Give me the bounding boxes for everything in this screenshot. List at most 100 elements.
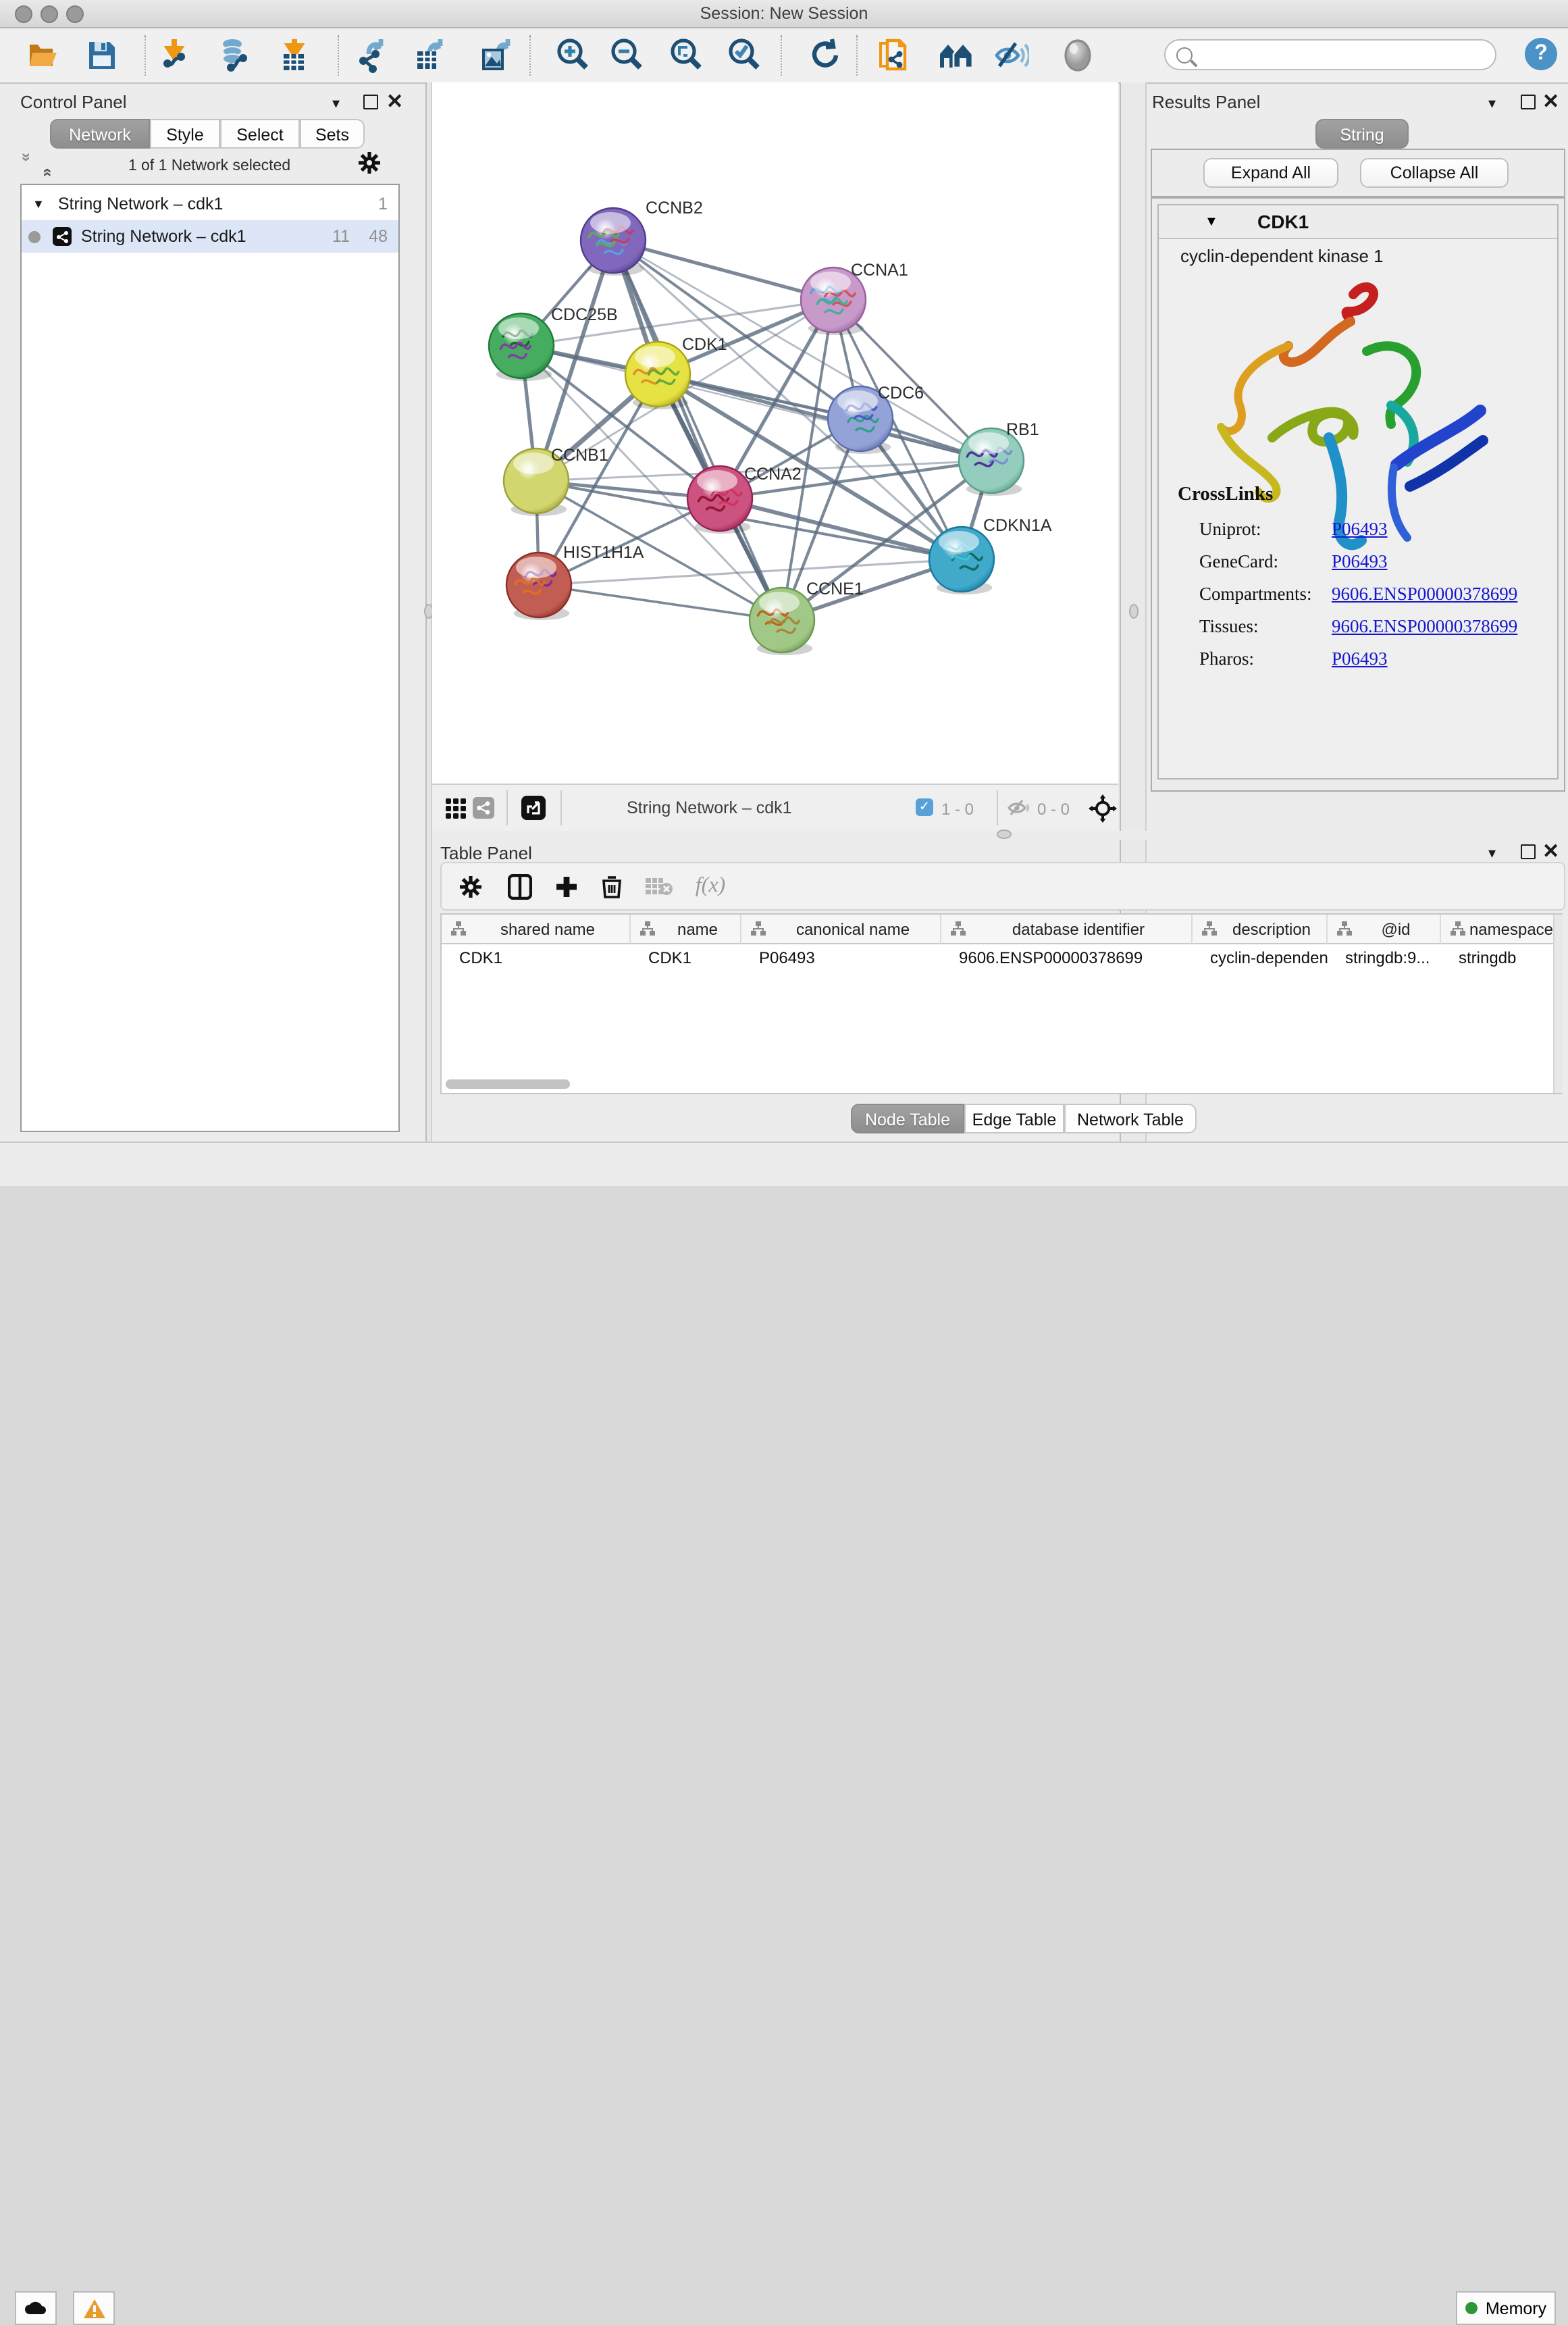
right-splitter-handle[interactable] <box>1129 604 1139 619</box>
table-cell[interactable]: CDK1 <box>442 944 631 971</box>
export-table-icon[interactable] <box>413 38 448 73</box>
show-columns-icon[interactable] <box>502 869 538 904</box>
cloud-status-button[interactable] <box>15 2291 57 2325</box>
grid-view-icon[interactable] <box>446 798 466 825</box>
horizontal-splitter[interactable] <box>432 831 1568 840</box>
table-panel-menu-icon[interactable]: ▾ <box>1488 844 1496 862</box>
network-node-ccna1[interactable]: CCNA1 <box>801 261 908 335</box>
network-node-hist1h1a[interactable]: HIST1H1A <box>506 543 644 620</box>
zoom-selected-icon[interactable] <box>727 38 762 73</box>
table-cell[interactable]: 9606.ENSP00000378699 <box>941 944 1193 971</box>
zoom-fit-icon[interactable] <box>669 38 704 73</box>
hide-unhide-icon[interactable] <box>994 38 1029 73</box>
zoom-in-icon[interactable] <box>555 38 590 73</box>
network-row-selected[interactable]: String Network – cdk1 11 48 <box>22 220 398 253</box>
network-edge[interactable] <box>613 240 782 620</box>
column-header-namespace[interactable]: namespace <box>1441 915 1559 944</box>
network-node-rb1[interactable]: RB1 <box>959 420 1039 496</box>
birds-eye-crosshair-icon[interactable] <box>1089 794 1117 829</box>
crosslink-value-link[interactable]: P06493 <box>1332 648 1388 669</box>
control-panel-menu-icon[interactable]: ▾ <box>332 95 340 112</box>
tab-style[interactable]: Style <box>150 119 220 149</box>
refresh-icon[interactable] <box>809 38 844 73</box>
table-vertical-scrollbar[interactable] <box>1553 915 1563 1093</box>
function-builder-icon[interactable]: f(x) <box>687 869 733 904</box>
table-panel-close-icon[interactable]: ✕ <box>1542 846 1559 859</box>
crosslink-value-link[interactable]: 9606.ENSP00000378699 <box>1332 584 1517 604</box>
entry-expander-icon[interactable]: ▼ <box>1205 215 1218 230</box>
cdk1-entry-header[interactable]: ▼ CDK1 <box>1159 205 1557 239</box>
open-file-icon[interactable] <box>26 38 61 73</box>
network-view-icon[interactable] <box>473 797 494 819</box>
delete-table-icon[interactable] <box>642 869 677 904</box>
tab-network-table[interactable]: Network Table <box>1064 1104 1197 1133</box>
import-database-icon[interactable] <box>217 38 253 73</box>
horizontal-splitter-handle[interactable] <box>997 829 1012 839</box>
network-node-ccne1[interactable]: CCNE1 <box>750 580 864 655</box>
network-node-ccnb2[interactable]: CCNB2 <box>581 199 703 276</box>
network-edge[interactable] <box>658 374 991 461</box>
control-panel-float-icon[interactable] <box>363 95 378 109</box>
network-canvas[interactable]: CCNB2CCNA1CDC25BCDK1CDC6RB1CCNB1CCNA2CDK… <box>432 82 1118 784</box>
tab-string[interactable]: String <box>1315 119 1409 149</box>
memory-button[interactable]: Memory <box>1456 2291 1556 2325</box>
column-header-canonical-name[interactable]: canonical name <box>741 915 941 944</box>
network-node-cdc6[interactable]: CDC6 <box>828 384 924 454</box>
results-panel-menu-icon[interactable]: ▾ <box>1488 95 1496 112</box>
column-header--id[interactable]: @id <box>1328 915 1441 944</box>
delete-column-icon[interactable] <box>594 869 629 904</box>
table-cell[interactable]: cyclin-dependent ... <box>1193 944 1328 971</box>
table-settings-gear-icon[interactable] <box>452 869 488 904</box>
import-network-icon[interactable] <box>158 38 193 73</box>
tab-edge-table[interactable]: Edge Table <box>964 1104 1064 1133</box>
detach-view-icon[interactable] <box>521 796 546 820</box>
table-panel-float-icon[interactable] <box>1521 844 1536 859</box>
control-panel-close-icon[interactable]: ✕ <box>386 96 403 109</box>
expand-all-button[interactable]: Expand All <box>1203 158 1338 188</box>
toggle-view-icon[interactable] <box>1060 38 1095 73</box>
network-options-gear-icon[interactable] <box>358 151 381 181</box>
left-splitter[interactable] <box>425 82 432 1142</box>
network-node-ccnb1[interactable]: CCNB1 <box>504 446 608 516</box>
add-column-icon[interactable] <box>548 869 583 904</box>
home-icon[interactable] <box>939 38 974 73</box>
tab-network[interactable]: Network <box>50 119 150 149</box>
crosslink-value-link[interactable]: 9606.ENSP00000378699 <box>1332 616 1517 636</box>
export-network-icon[interactable] <box>358 38 393 73</box>
results-panel-float-icon[interactable] <box>1521 95 1536 109</box>
column-header-name[interactable]: name <box>631 915 741 944</box>
table-cell[interactable]: P06493 <box>741 944 941 971</box>
column-header-description[interactable]: description <box>1193 915 1328 944</box>
tab-sets[interactable]: Sets <box>300 119 365 149</box>
table-cell[interactable]: CDK1 <box>631 944 741 971</box>
import-table-icon[interactable] <box>277 38 312 73</box>
network-node-ccna2[interactable]: CCNA2 <box>687 465 802 534</box>
collapse-all-button[interactable]: Collapse All <box>1360 158 1509 188</box>
export-image-icon[interactable] <box>479 38 515 73</box>
node-table[interactable]: shared nameCDK1nameCDK1canonical nameP06… <box>440 913 1563 1094</box>
crosslink-value-link[interactable]: P06493 <box>1332 519 1388 539</box>
tree-expander-icon[interactable]: ▼ <box>32 197 45 211</box>
table-horizontal-scrollbar[interactable] <box>446 1079 570 1089</box>
help-icon[interactable]: ? <box>1525 38 1557 70</box>
table-cell[interactable]: stringdb <box>1441 944 1559 971</box>
column-header-shared-name[interactable]: shared name <box>442 915 631 944</box>
column-header-database-identifier[interactable]: database identifier <box>941 915 1193 944</box>
network-edge[interactable] <box>539 585 782 620</box>
network-node-cdk1[interactable]: CDK1 <box>625 335 727 409</box>
network-node-cdkn1a[interactable]: CDKN1A <box>929 516 1052 594</box>
expand-all-icon[interactable]: » <box>36 153 58 177</box>
tab-node-table[interactable]: Node Table <box>851 1104 964 1133</box>
crosslink-value-link[interactable]: P06493 <box>1332 551 1388 571</box>
warning-status-button[interactable] <box>73 2291 115 2325</box>
share-document-icon[interactable] <box>877 38 912 73</box>
selected-checkbox-icon[interactable]: ✓ <box>916 798 933 816</box>
search-input[interactable] <box>1164 39 1496 70</box>
collapse-all-icon[interactable]: » <box>15 153 36 177</box>
tab-select[interactable]: Select <box>220 119 300 149</box>
results-panel-close-icon[interactable]: ✕ <box>1542 96 1559 109</box>
zoom-out-icon[interactable] <box>609 38 644 73</box>
save-session-icon[interactable] <box>84 38 119 73</box>
network-collection-row[interactable]: ▼ String Network – cdk1 1 <box>22 188 398 220</box>
table-cell[interactable]: stringdb:9... <box>1328 944 1441 971</box>
